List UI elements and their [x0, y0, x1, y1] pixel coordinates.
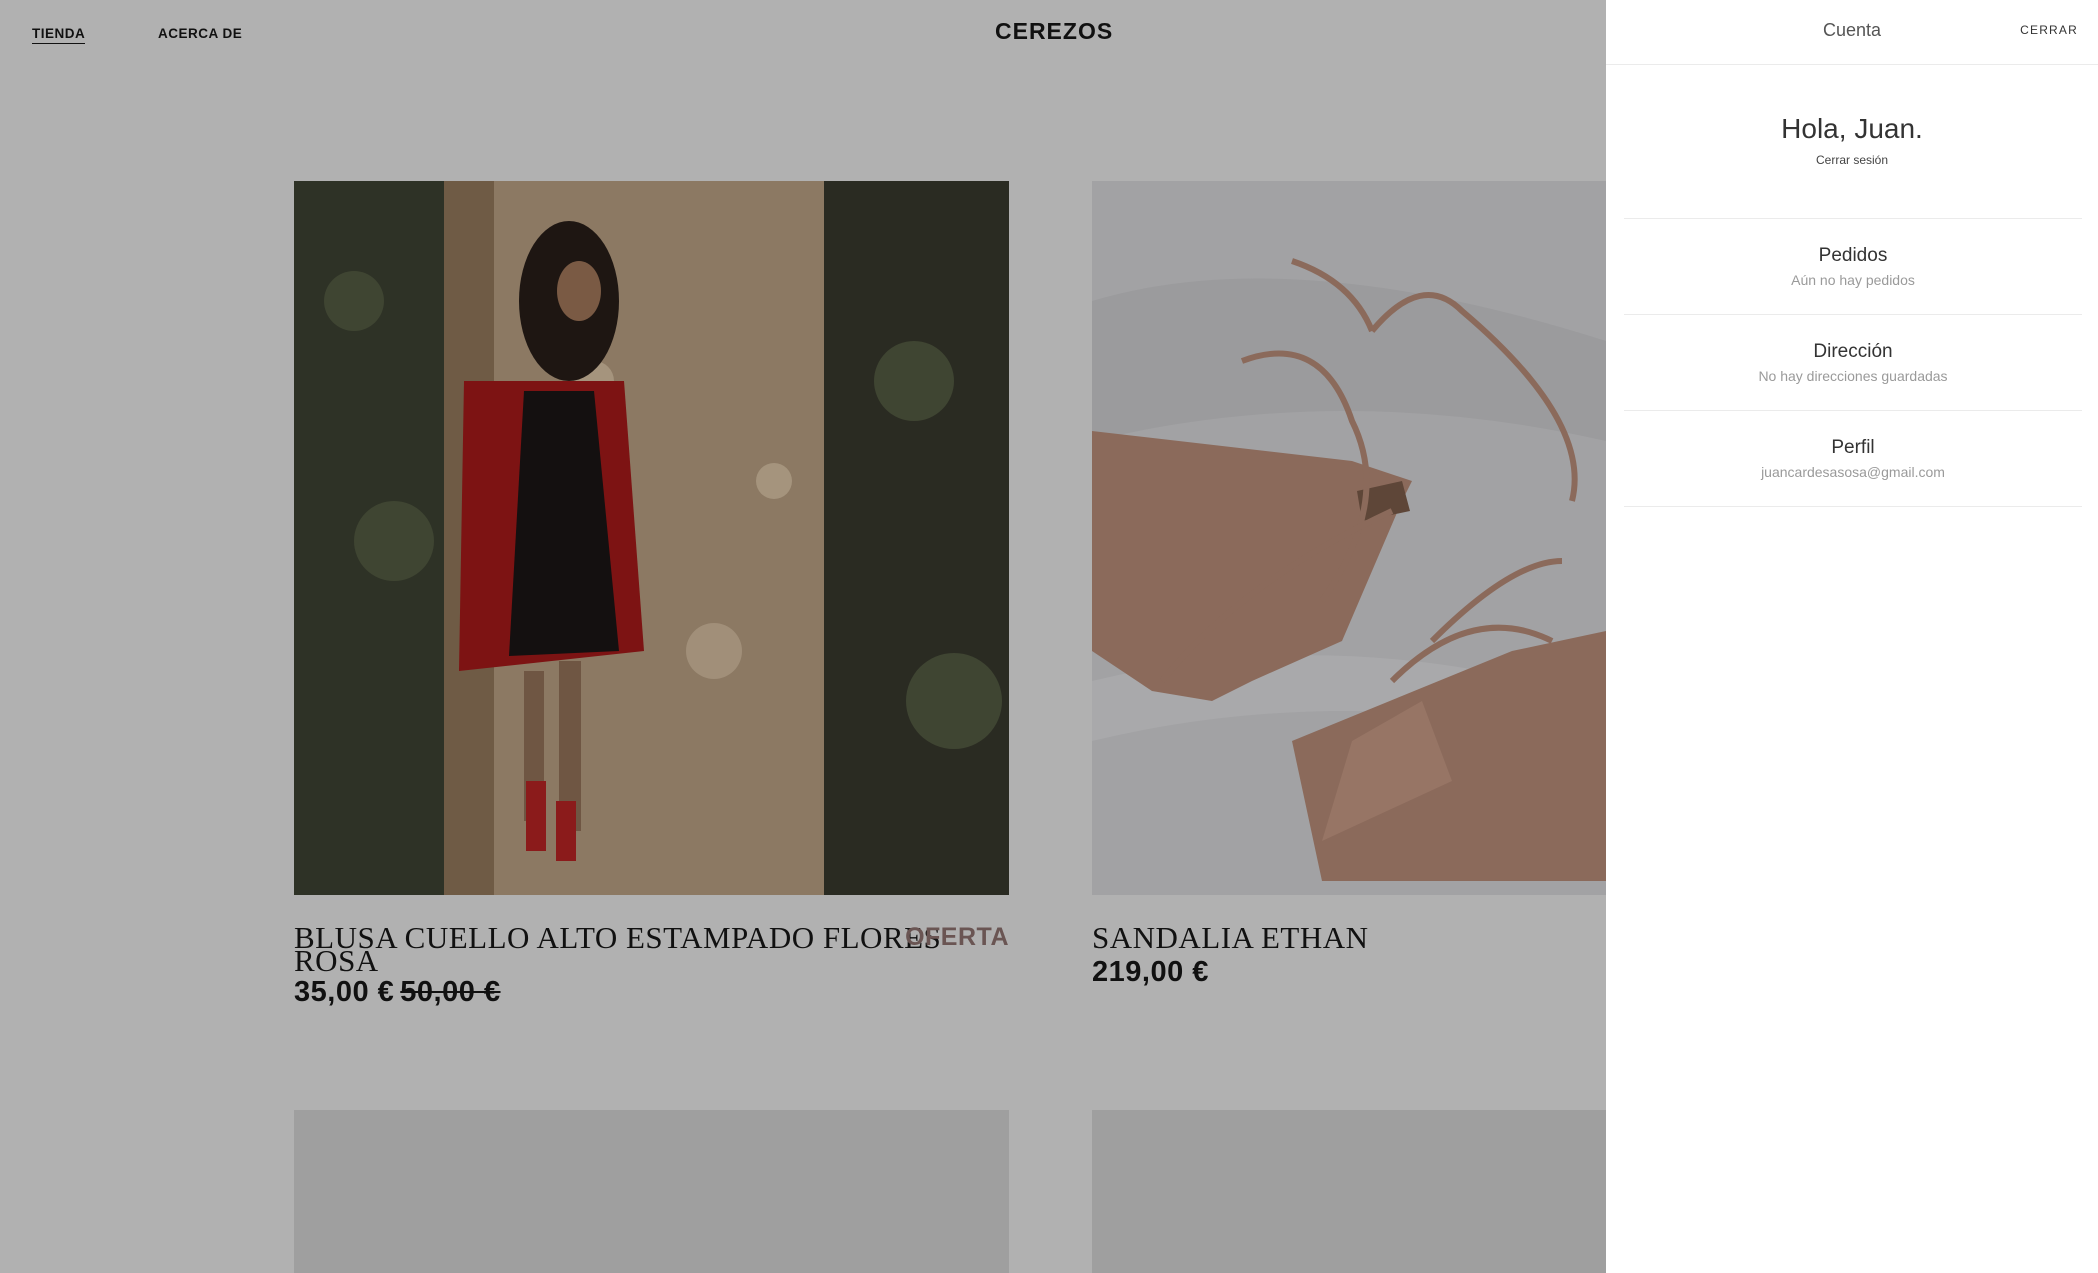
current-price: 219,00 €	[1092, 956, 1209, 988]
product-image-pink-sandals[interactable]	[1092, 181, 1606, 895]
profile-title: Perfil	[1831, 437, 1875, 458]
account-panel-header: Cuenta CERRAR	[1606, 0, 2098, 65]
brand-logo[interactable]: CEREZOS	[995, 18, 1112, 45]
product-image-placeholder[interactable]	[294, 1110, 1009, 1273]
profile-section[interactable]: Perfil juancardesasosa@gmail.com	[1624, 411, 2082, 506]
nav-about-link[interactable]: ACERCA DE	[158, 26, 242, 41]
nav-shop-link[interactable]: TIENDA	[32, 26, 86, 44]
address-title: Dirección	[1813, 341, 1893, 362]
product-image-placeholder[interactable]	[1092, 1110, 1606, 1273]
product-price: 35,00 €50,00 €	[294, 976, 501, 1009]
product-card[interactable]: SANDALIA ETHAN 219,00 €	[1092, 181, 1606, 1011]
product-name: BLUSA CUELLO ALTO ESTAMPADO FLORES ROSA	[294, 920, 942, 978]
product-name[interactable]: SANDALIA ETHAN	[1092, 922, 1369, 953]
product-image-woman-red-blazer[interactable]	[294, 181, 1009, 895]
orders-section[interactable]: Pedidos Aún no hay pedidos	[1624, 219, 2082, 314]
product-title[interactable]: BLUSA CUELLO ALTO ESTAMPADO FLORES ROSA …	[294, 922, 1009, 976]
address-subtitle: No hay direcciones guardadas	[1758, 368, 1948, 384]
store-page: TIENDA ACERCA DE CEREZOS BLUSA CUELLO AL…	[0, 0, 1606, 1273]
current-price: 35,00 €	[294, 976, 395, 1008]
orders-title: Pedidos	[1818, 245, 1888, 266]
divider	[1624, 506, 2082, 507]
account-panel: Cuenta CERRAR Hola, Juan. Cerrar sesión …	[1606, 0, 2098, 1273]
close-button[interactable]: CERRAR	[2020, 23, 2078, 37]
original-price: 50,00 €	[400, 976, 501, 1008]
address-section[interactable]: Dirección No hay direcciones guardadas	[1624, 315, 2082, 410]
product-card[interactable]: BLUSA CUELLO ALTO ESTAMPADO FLORES ROSA …	[294, 181, 1009, 1011]
sale-badge: OFERTA	[905, 923, 1009, 951]
logout-link[interactable]: Cerrar sesión	[1606, 153, 2098, 167]
greeting: Hola, Juan.	[1781, 113, 1923, 144]
orders-subtitle: Aún no hay pedidos	[1791, 272, 1915, 288]
profile-email: juancardesasosa@gmail.com	[1761, 464, 1945, 480]
